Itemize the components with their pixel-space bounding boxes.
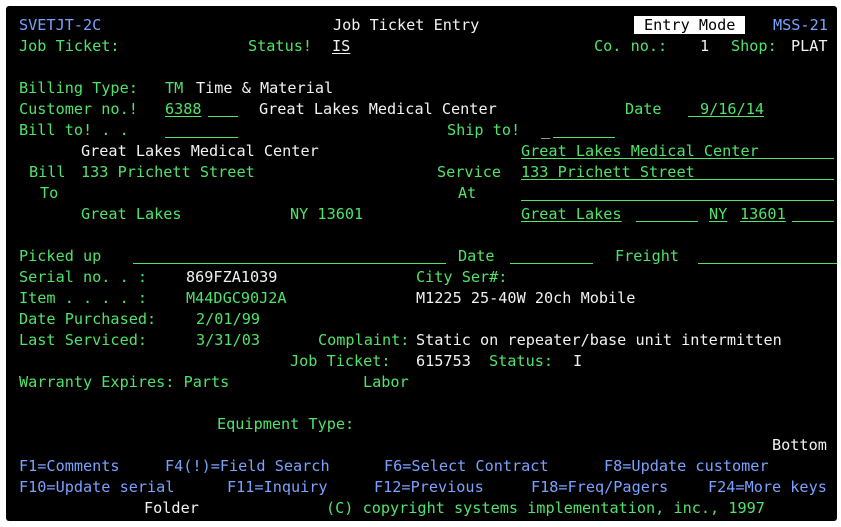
bill-to-label: Bill to! . .: [19, 121, 129, 139]
item-label: Item . . . . :: [19, 289, 148, 307]
service-zip-field[interactable]: 13601: [740, 205, 786, 223]
freight-label: Freight: [615, 247, 680, 265]
copyright-notice: (C) copyright systems implementation, in…: [326, 499, 765, 517]
pickup-date-line: [510, 263, 593, 264]
service-city-fill: [636, 221, 698, 222]
service-city-field[interactable]: Great Lakes: [521, 205, 622, 223]
complaint-value: Static on repeater/base unit intermitten: [416, 331, 782, 349]
billing-type-desc: Time & Material: [196, 79, 334, 97]
bill-block-label: Bill: [29, 163, 66, 181]
pickup-date-label: Date: [458, 247, 495, 265]
ship-to-field[interactable]: _: [541, 121, 550, 139]
item-description: M1225 25-40W 20ch Mobile: [416, 289, 636, 307]
shop-label: Shop:: [731, 37, 777, 55]
warranty-labor-label: Labor: [363, 373, 409, 391]
item-value: M44DGC90J2A: [186, 289, 287, 307]
date-purchased-value: 2/01/99: [196, 310, 261, 328]
bill-city: Great Lakes: [81, 205, 182, 223]
fkey-f1-comments[interactable]: F1=Comments: [19, 457, 120, 475]
service-at-block-label: At: [458, 184, 477, 202]
fkey-f4-field-search[interactable]: F4(!)=Field Search: [165, 457, 330, 475]
fkey-f18-freq-pagers[interactable]: F18=Freq/Pagers: [531, 478, 668, 496]
service-street-line: [521, 179, 834, 180]
company-no-label: Co. no.:: [594, 37, 668, 55]
service-name-line: [521, 158, 834, 159]
last-serviced-value: 3/31/03: [196, 331, 261, 349]
fkey-f6-select-contract[interactable]: F6=Select Contract: [384, 457, 549, 475]
date-field[interactable]: 9/16/14: [700, 100, 764, 118]
terminal-screen: SVETJT-2C Job Ticket Entry Entry Mode MS…: [6, 6, 837, 521]
bill-to-block-label: To: [40, 184, 59, 202]
date-purchased-label: Date Purchased:: [19, 310, 157, 328]
program-id: SVETJT-2C: [19, 16, 102, 34]
job-ticket-no-label: Job Ticket:: [290, 352, 391, 370]
company-no-value: 1: [700, 37, 710, 55]
date-field-lead: [688, 116, 700, 117]
equipment-type-label: Equipment Type:: [217, 415, 355, 433]
fkey-f12-previous[interactable]: F12=Previous: [374, 478, 484, 496]
customer-no-field[interactable]: 6388: [165, 100, 202, 118]
status-label: Status!: [248, 37, 313, 55]
service-state-field[interactable]: NY: [709, 205, 727, 223]
fkey-f8-update-customer[interactable]: F8=Update customer: [604, 457, 769, 475]
billing-type-label: Billing Type:: [19, 79, 138, 97]
bill-to-field-line: [165, 137, 238, 138]
complaint-label: Complaint:: [318, 331, 410, 349]
fkey-f24-more-keys[interactable]: F24=More keys: [708, 478, 827, 496]
folder-label: Folder: [144, 499, 199, 517]
serial-value: 869FZA1039: [186, 268, 278, 286]
fkey-f11-inquiry[interactable]: F11=Inquiry: [227, 478, 328, 496]
shop-value: PLAT: [791, 37, 828, 55]
status-field[interactable]: IS: [332, 37, 350, 55]
picked-up-label: Picked up: [19, 247, 102, 265]
customer-no-field-fill: [208, 116, 238, 117]
warranty-parts-label: Warranty Expires: Parts: [19, 373, 230, 391]
screen-title: Job Ticket Entry: [333, 16, 480, 34]
ship-to-label: Ship to!: [447, 121, 521, 139]
bottom-marker: Bottom: [772, 436, 827, 454]
bill-state-zip: NY 13601: [290, 205, 364, 223]
bill-name: Great Lakes Medical Center: [81, 142, 319, 160]
job-ticket-label: Job Ticket:: [19, 37, 120, 55]
bill-street: 133 Prichett Street: [81, 163, 255, 181]
screen-id: MSS-21: [773, 16, 828, 34]
service-block-label: Service: [437, 163, 502, 181]
service-zip-fill: [792, 221, 834, 222]
last-serviced-label: Last Serviced:: [19, 331, 148, 349]
entry-mode-badge: Entry Mode: [634, 16, 746, 34]
billing-type-code: TM: [165, 79, 184, 97]
picked-up-line: [133, 263, 446, 264]
customer-name: Great Lakes Medical Center: [259, 100, 497, 118]
job-status-label: Status:: [489, 352, 554, 370]
freight-line: [698, 263, 837, 264]
service-line3-line: [521, 200, 834, 201]
customer-no-label: Customer no.!: [19, 100, 138, 118]
ship-to-field-line: [553, 137, 615, 138]
job-ticket-no-value: 615753: [416, 352, 471, 370]
date-label: Date: [625, 100, 662, 118]
job-status-value: I: [573, 352, 583, 370]
serial-label: Serial no. . :: [19, 268, 148, 286]
fkey-f10-update-serial[interactable]: F10=Update serial: [19, 478, 174, 496]
city-ser-label: City Ser#:: [416, 268, 508, 286]
